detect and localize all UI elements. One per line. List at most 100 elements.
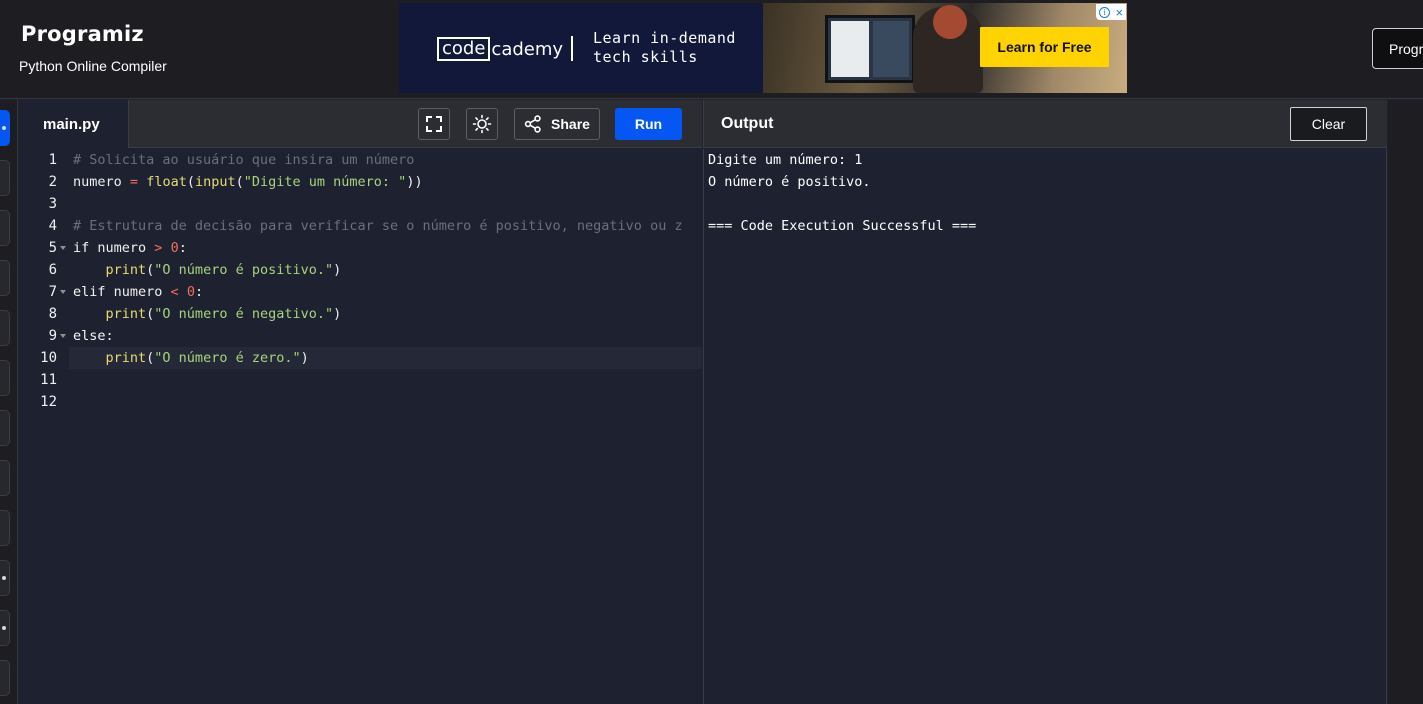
code-token-plain: numero xyxy=(105,284,171,300)
code-token-plain: : xyxy=(105,328,114,344)
file-tab-main[interactable]: main.py xyxy=(19,100,129,148)
ad-divider xyxy=(571,36,573,61)
rail-item[interactable] xyxy=(0,160,10,196)
line-number: 10 xyxy=(40,350,57,366)
line-number: 5 xyxy=(48,240,57,256)
code-text: # Estrutura de decisão para verificar se… xyxy=(69,215,702,237)
rail-item[interactable] xyxy=(0,660,10,696)
code-text: else: xyxy=(69,325,702,347)
rail-item[interactable] xyxy=(0,360,10,396)
fold-arrow-icon[interactable] xyxy=(60,290,66,294)
fold-arrow-icon[interactable] xyxy=(60,334,66,338)
top-header: Programiz Python Online Compiler code cad… xyxy=(0,0,1423,99)
output-title: Output xyxy=(721,115,774,132)
code-token-plain: numero xyxy=(73,174,130,190)
rail-item[interactable] xyxy=(0,260,10,296)
output-toolbar: Output Clear xyxy=(703,100,1387,148)
code-line[interactable]: 5 if numero > 0: xyxy=(19,237,702,259)
ad-info-icon[interactable]: i xyxy=(1098,6,1110,18)
line-number: 7 xyxy=(48,284,57,300)
rail-item[interactable] xyxy=(0,210,10,246)
code-token-func: print xyxy=(105,350,147,366)
ad-close-icon[interactable]: × xyxy=(1116,6,1124,19)
code-line[interactable]: 7 elif numero < 0: xyxy=(19,281,702,303)
rail-item-python[interactable] xyxy=(0,110,10,146)
line-number: 12 xyxy=(40,394,57,410)
code-token-keyword: if xyxy=(73,240,90,256)
code-line[interactable]: 8 print("O número é negativo.") xyxy=(19,303,702,325)
code-line[interactable]: 3 xyxy=(19,193,702,215)
rail-item[interactable] xyxy=(0,310,10,346)
language-icon xyxy=(2,626,6,630)
fullscreen-icon xyxy=(426,116,442,132)
theme-toggle-button[interactable] xyxy=(466,108,498,140)
code-token-func: input xyxy=(194,174,236,190)
share-button[interactable]: Share xyxy=(514,108,600,140)
code-token-keyword: else xyxy=(73,328,106,344)
code-line[interactable]: 2 numero = float(input("Digite um número:… xyxy=(19,171,702,193)
code-token-op: < xyxy=(170,284,179,300)
fullscreen-button[interactable] xyxy=(418,108,450,140)
line-number: 3 xyxy=(48,196,57,212)
code-token-plain: ) xyxy=(333,262,342,278)
output-console[interactable]: Digite um número: 1 O número é positivo. =… xyxy=(703,149,1387,704)
code-line[interactable]: 6 print("O número é positivo.") xyxy=(19,259,702,281)
page-subtitle: Python Online Compiler xyxy=(19,58,167,74)
code-line[interactable]: 4 # Estrutura de decisão para verificar s… xyxy=(19,215,702,237)
ad-tagline-line1: Learn in-demand xyxy=(593,29,736,47)
ad-cta-button[interactable]: Learn for Free xyxy=(980,27,1109,67)
code-editor[interactable]: 1 # Solicita ao usuário que insira um núm… xyxy=(19,149,702,704)
code-token-plain: ) xyxy=(333,306,342,322)
line-number: 11 xyxy=(40,372,57,388)
rail-item[interactable] xyxy=(0,410,10,446)
ad-photo-monitor-pane xyxy=(873,21,909,77)
code-token-plain: numero xyxy=(89,240,155,256)
fold-arrow-icon[interactable] xyxy=(60,246,66,250)
code-text: numero = float(input("Digite um número: … xyxy=(69,171,702,193)
ad-brand-rest: cademy xyxy=(491,38,564,60)
ad-tagline-line2: tech skills xyxy=(593,48,698,66)
python-icon xyxy=(2,126,6,130)
code-token-plain: ( xyxy=(186,174,195,190)
code-token-plain: )) xyxy=(406,174,423,190)
ad-photo-monitor xyxy=(825,15,915,83)
rail-item[interactable] xyxy=(0,460,10,496)
output-lines: Digite um número: 1 O número é positivo. =… xyxy=(708,149,1386,237)
code-token-plain: ( xyxy=(235,174,244,190)
rail-item[interactable] xyxy=(0,610,10,646)
run-button[interactable]: Run xyxy=(615,108,682,140)
code-token-string: "O número é negativo." xyxy=(154,306,334,322)
programiz-logo[interactable]: Programiz xyxy=(21,22,144,46)
code-text: print("O número é negativo.") xyxy=(69,303,702,325)
output-line: === Code Execution Successful === xyxy=(708,218,977,234)
line-number: 2 xyxy=(48,174,57,190)
clear-button[interactable]: Clear xyxy=(1290,107,1367,141)
code-text: if numero > 0: xyxy=(69,237,702,259)
code-token-number: 0 xyxy=(186,284,195,300)
ad-photo-person-head xyxy=(933,5,967,39)
rail-item[interactable] xyxy=(0,510,10,546)
code-line[interactable]: 10 print("O número é zero.") xyxy=(19,347,702,369)
output-line: Digite um número: 1 xyxy=(708,152,863,168)
code-text: elif numero < 0: xyxy=(69,281,702,303)
ad-choices[interactable]: i × xyxy=(1096,4,1126,20)
code-token-string: "O número é zero." xyxy=(154,350,301,366)
code-token-plain: ) xyxy=(300,350,309,366)
code-line[interactable]: 1 # Solicita ao usuário que insira um núm… xyxy=(19,149,702,171)
code-line[interactable]: 12 xyxy=(19,391,702,413)
line-number: 1 xyxy=(48,152,57,168)
share-label: Share xyxy=(551,116,590,132)
sun-icon xyxy=(472,114,492,134)
rail-item[interactable] xyxy=(0,560,10,596)
programiz-pro-button[interactable]: Progr xyxy=(1372,28,1423,69)
code-line[interactable]: 9 else: xyxy=(19,325,702,347)
ad-banner[interactable]: code cademy Learn in-demand tech skills L… xyxy=(399,3,1127,93)
code-line[interactable]: 11 xyxy=(19,369,702,391)
